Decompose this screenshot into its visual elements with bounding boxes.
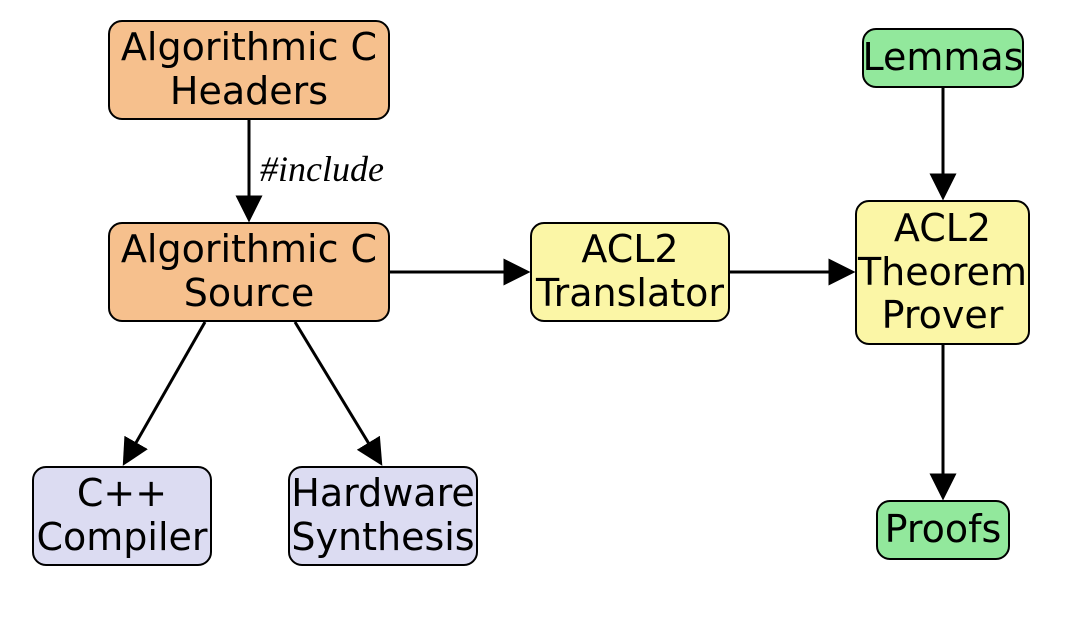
node-hardware-synthesis: Hardware Synthesis — [288, 466, 478, 566]
edge-source-to-hw — [295, 322, 380, 462]
node-algorithmic-c-headers: Algorithmic C Headers — [108, 20, 390, 120]
node-proofs: Proofs — [876, 500, 1010, 560]
edge-label-include: #include — [260, 148, 384, 190]
node-cpp-compiler: C++ Compiler — [32, 466, 212, 566]
node-acl2-theorem-prover: ACL2 Theorem Prover — [855, 200, 1030, 345]
node-lemmas: Lemmas — [862, 28, 1024, 88]
node-algorithmic-c-source: Algorithmic C Source — [108, 222, 390, 322]
node-acl2-translator: ACL2 Translator — [530, 222, 730, 322]
edge-source-to-cpp — [125, 322, 205, 462]
